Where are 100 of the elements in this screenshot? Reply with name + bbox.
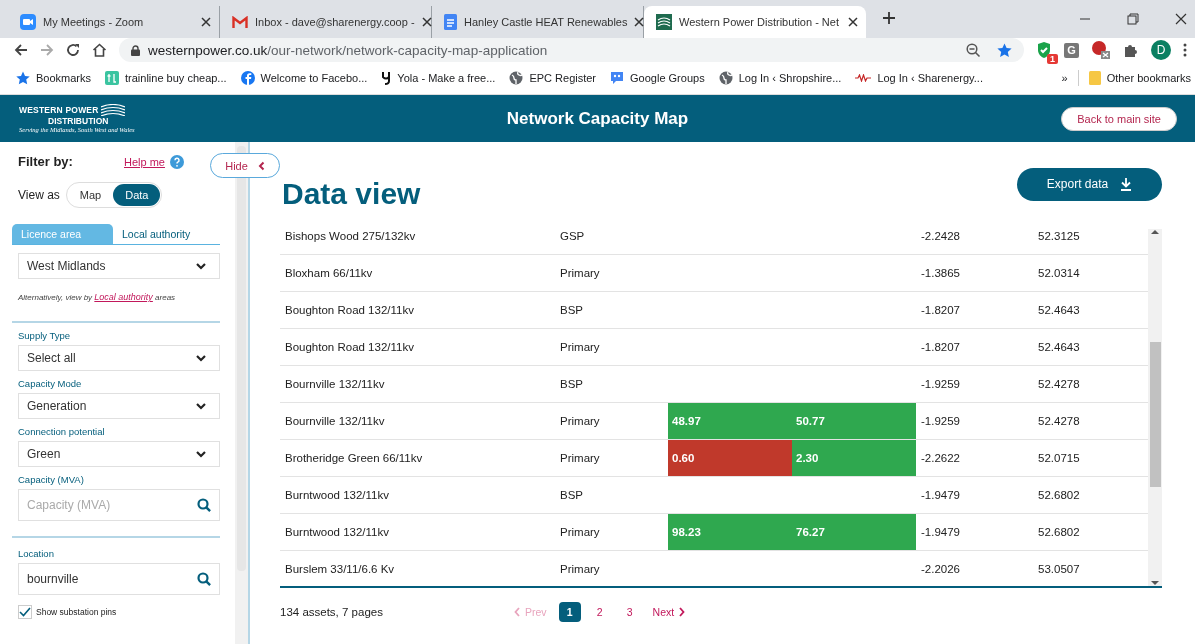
bookmark[interactable]: Log In ‹ Shropshire... bbox=[718, 71, 842, 85]
local-authority-link[interactable]: Local authority bbox=[94, 292, 153, 302]
table-cell-text: 52.0715 bbox=[1037, 451, 1081, 466]
search-field[interactable]: Capacity (MVA) bbox=[18, 489, 220, 521]
table-cell-text: -1.8207 bbox=[920, 303, 961, 318]
export-button[interactable]: Export data bbox=[1017, 167, 1162, 201]
field-label: Location bbox=[18, 548, 55, 559]
blocked-extension-icon[interactable] bbox=[1091, 40, 1111, 60]
browser-tab[interactable]: Western Power Distribution - Net bbox=[644, 6, 866, 38]
field-label: Supply Type bbox=[18, 330, 72, 341]
close-icon[interactable] bbox=[1175, 13, 1187, 25]
page-title: Network Capacity Map bbox=[506, 108, 689, 129]
capacity-cell: 2.30 bbox=[792, 440, 916, 476]
scroll-up-icon[interactable] bbox=[1151, 229, 1159, 235]
checkbox[interactable] bbox=[18, 605, 32, 619]
table-cell-text: Brotheridge Green 66/11kv bbox=[284, 451, 424, 466]
back-button[interactable]: Back to main site bbox=[1061, 106, 1177, 131]
logo-waves-icon bbox=[100, 104, 125, 116]
profile-avatar[interactable]: D bbox=[1151, 40, 1171, 60]
address-bar[interactable]: westernpower.co.uk/our-network/network-capacity-map-application bbox=[119, 38, 1024, 62]
table-cell-text: Primary bbox=[559, 414, 601, 429]
dropdown[interactable]: Select all bbox=[18, 345, 220, 371]
plus-icon[interactable] bbox=[882, 11, 896, 25]
view-option[interactable]: Data bbox=[113, 184, 161, 206]
waves-icon bbox=[656, 14, 672, 30]
search-icon bbox=[197, 572, 211, 586]
back-icon[interactable] bbox=[14, 43, 28, 57]
chevron-down-icon bbox=[195, 450, 207, 458]
puzzle-icon[interactable] bbox=[1123, 42, 1139, 58]
dropdown[interactable]: West Midlands bbox=[18, 253, 220, 279]
table-cell-text: GSP bbox=[559, 229, 586, 244]
globe-icon bbox=[718, 71, 733, 85]
dropdown[interactable]: Green bbox=[18, 441, 220, 467]
reload-icon[interactable] bbox=[66, 43, 80, 57]
shield-icon[interactable] bbox=[1036, 41, 1052, 59]
search-icon bbox=[197, 498, 211, 512]
filter-label: Filter by: bbox=[18, 154, 74, 169]
table-cell-text: Primary bbox=[559, 266, 601, 281]
close-icon[interactable] bbox=[201, 17, 211, 27]
bookmark[interactable]: Log In ‹ Sharenergy... bbox=[855, 72, 983, 84]
restore-icon[interactable] bbox=[1127, 13, 1139, 25]
table-cell-text: 52.4278 bbox=[1037, 414, 1081, 429]
table-cell-text: BSP bbox=[559, 377, 584, 392]
checkbox-label: Show substation pins bbox=[36, 607, 117, 617]
close-icon[interactable] bbox=[421, 17, 432, 27]
table-cell-text: -1.9259 bbox=[920, 377, 961, 392]
search-field[interactable]: bournville bbox=[18, 563, 220, 595]
capacity-cell: 0.60 bbox=[668, 440, 792, 476]
zoom-out-icon[interactable] bbox=[966, 42, 981, 58]
lock-icon bbox=[131, 44, 140, 56]
chevron-left-icon bbox=[514, 607, 520, 617]
help-link[interactable]: Help me bbox=[124, 155, 165, 168]
capacity-cell: 48.97 bbox=[668, 403, 792, 439]
extension-button[interactable]: G bbox=[1064, 42, 1079, 58]
view-as-label: View as bbox=[18, 188, 60, 202]
checkmark-icon bbox=[19, 607, 31, 617]
dropdown[interactable]: Generation bbox=[18, 393, 220, 419]
more-bookmarks[interactable]: » bbox=[1061, 72, 1068, 84]
chevron-down-icon bbox=[195, 354, 207, 362]
table-cell-text: 52.0314 bbox=[1037, 266, 1081, 281]
bookmark-folder[interactable]: Other bookmarks bbox=[1088, 71, 1191, 85]
document-icon bbox=[444, 14, 457, 30]
page-button[interactable]: 2 bbox=[588, 602, 611, 622]
trainline-icon bbox=[105, 71, 120, 85]
bookmark[interactable]: Welcome to Facebo... bbox=[240, 71, 368, 85]
page-button[interactable]: 1 bbox=[558, 602, 581, 622]
table-cell-text: -1.3865 bbox=[920, 266, 961, 281]
table-cell-text: -1.9479 bbox=[920, 488, 961, 503]
close-icon[interactable] bbox=[634, 17, 645, 27]
table-cell-text: 52.4643 bbox=[1037, 340, 1081, 355]
bookmark[interactable]: Yola - Make a free... bbox=[381, 71, 496, 85]
menu-icon[interactable] bbox=[1183, 43, 1187, 57]
fork-icon bbox=[381, 71, 392, 85]
table-cell-text: 52.3125 bbox=[1037, 229, 1081, 244]
table-cell-text: Primary bbox=[559, 562, 601, 577]
table-cell-text: Boughton Road 132/11kv bbox=[284, 303, 415, 318]
page-button[interactable]: 3 bbox=[618, 602, 641, 622]
scrollbar[interactable] bbox=[1148, 229, 1162, 586]
download-icon bbox=[1120, 177, 1133, 191]
table-cell-text: -1.8207 bbox=[920, 340, 961, 355]
close-icon[interactable] bbox=[848, 17, 858, 27]
table-cell-text: 52.6802 bbox=[1037, 488, 1081, 503]
bookmark[interactable]: Bookmarks bbox=[16, 71, 92, 85]
home-icon[interactable] bbox=[92, 43, 107, 57]
hide-button[interactable]: Hide bbox=[210, 153, 280, 178]
table-cell-text: Burntwood 132/11kv bbox=[284, 525, 390, 540]
bookmark[interactable]: Google Groups bbox=[610, 71, 705, 85]
area-tab[interactable]: Local authority bbox=[113, 224, 214, 244]
table-cell-text: 53.0507 bbox=[1037, 562, 1081, 577]
scroll-down-icon[interactable] bbox=[1151, 580, 1159, 586]
view-option[interactable]: Map bbox=[67, 184, 114, 206]
help-icon[interactable] bbox=[169, 154, 184, 169]
field-label: Capacity (MVA) bbox=[18, 474, 85, 485]
chevron-right-icon bbox=[679, 607, 686, 617]
star-icon[interactable] bbox=[997, 42, 1012, 58]
table-cell-text: BSP bbox=[559, 488, 584, 503]
globe-icon bbox=[509, 71, 524, 85]
bookmark[interactable]: trainline buy cheap... bbox=[105, 71, 227, 85]
bookmark[interactable]: EPC Register bbox=[509, 71, 597, 85]
next-button[interactable]: Next bbox=[648, 604, 690, 620]
